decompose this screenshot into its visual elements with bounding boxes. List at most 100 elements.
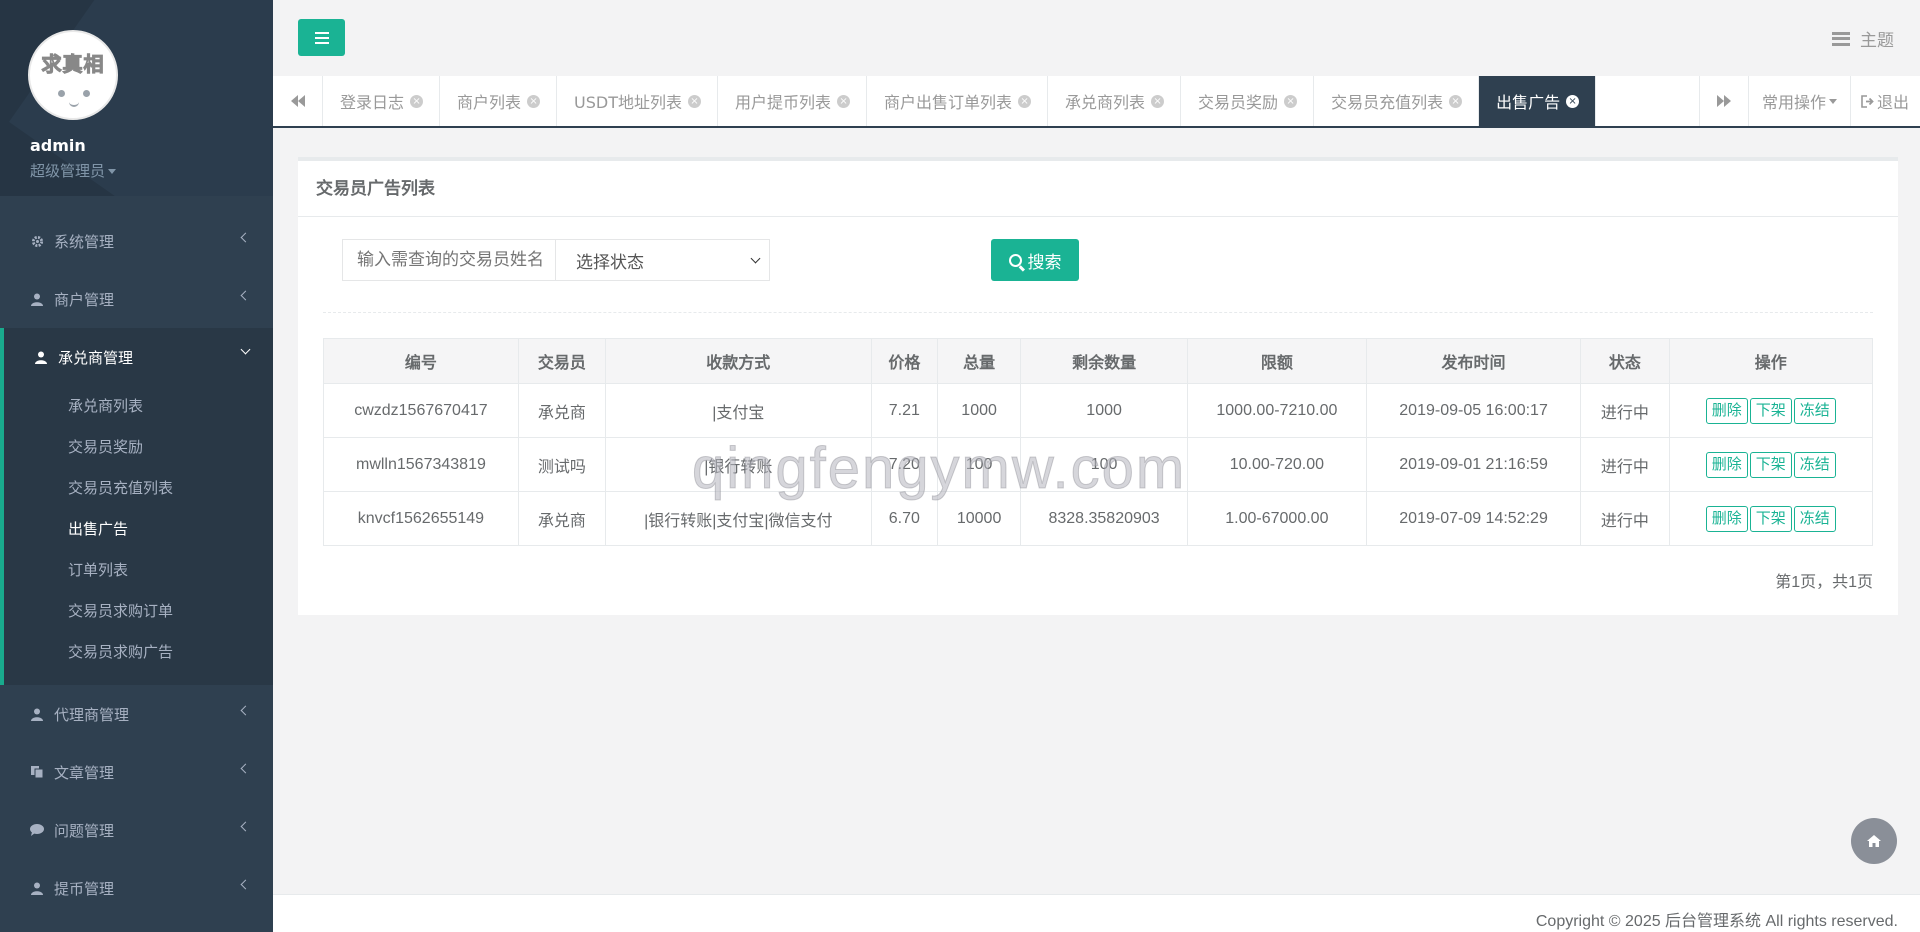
column-header: 价格 [870,338,938,384]
tab-sell-ads[interactable]: 出售广告 × [1479,76,1597,126]
close-icon[interactable]: × [1018,94,1032,108]
sidebar-item-withdraw[interactable]: 提币管理 [0,859,273,917]
tab-user-withdraw[interactable]: 用户提币列表 × [718,76,868,126]
close-icon[interactable]: × [1449,94,1463,108]
cell-time: 2019-07-09 14:52:29 [1365,491,1582,546]
cell-payment: |银行转账|支付宝|微信支付 [604,491,872,546]
sidebar-item-article[interactable]: 文章管理 [0,743,273,801]
chevron-left-icon [240,290,251,301]
forward-icon [1717,95,1731,107]
delete-button[interactable]: 删除 [1705,451,1748,478]
submenu-item[interactable]: 交易员求购广告 [4,632,273,673]
comment-icon [30,823,44,837]
freeze-button[interactable]: 冻结 [1793,397,1836,424]
avatar[interactable]: 求真相 [28,30,118,120]
sidebar-item-question[interactable]: 问题管理 [0,801,273,859]
chevron-left-icon [240,705,251,716]
sidebar-item-acceptor[interactable]: 承兑商管理 [0,328,273,386]
close-icon[interactable]: × [688,94,701,108]
offshelf-button[interactable]: 下架 [1749,397,1792,424]
backward-icon [290,95,305,107]
freeze-button[interactable]: 冻结 [1793,505,1836,532]
panel-title: 交易员广告列表 [298,161,1898,217]
submenu-item-current[interactable]: 出售广告 [4,509,273,550]
caret-down-icon [1829,98,1837,104]
theme-button[interactable]: 主题 [1832,26,1894,51]
chevron-left-icon [240,879,251,890]
tab-scroll-left-button[interactable] [273,76,323,126]
avatar-logo-text: 求真相 [41,52,105,77]
common-ops-dropdown[interactable]: 常用操作 [1749,76,1851,126]
pagination-info: 第1页，共1页 [1775,574,1873,591]
copy-icon [30,765,44,779]
tab-scroll-right-button[interactable] [1699,76,1749,126]
tab-label: 用户提币列表 [735,93,832,112]
tab-label: 出售广告 [1496,93,1561,112]
submenu-item[interactable]: 承兑商列表 [4,386,273,427]
sidebar-item-label: 提币管理 [54,879,115,898]
trader-name-search-input[interactable] [342,239,556,281]
tab-bar: 登录日志 × 商户列表 × USDT地址列表 × 用户提币列表 × 商户出售订单列表 × … [273,76,1920,128]
cell-limit: 10.00-720.00 [1186,437,1367,492]
cell-price: 7.20 [870,437,938,492]
cell-trader: 承兑商 [517,383,606,438]
back-to-top-button[interactable] [1851,818,1897,864]
cell-payment: |支付宝 [604,383,872,438]
close-icon[interactable]: × [1566,94,1580,108]
chevron-down-icon [750,253,761,264]
delete-button[interactable]: 删除 [1705,505,1748,532]
submenu-item[interactable]: 交易员求购订单 [4,591,273,632]
exit-button[interactable]: 退出 [1861,76,1909,126]
offshelf-button[interactable]: 下架 [1749,451,1792,478]
tab-usdt-address[interactable]: USDT地址列表 × [557,76,718,126]
copyright-text: Copyright © 2025 后台管理系统 All rights reser… [1535,913,1898,930]
close-icon[interactable]: × [1151,94,1165,108]
cell-id: cwzdz1567670417 [323,383,519,438]
tab-trader-reward[interactable]: 交易员奖励 × [1181,76,1315,126]
sign-out-icon [1861,94,1874,108]
tab-merchant-list[interactable]: 商户列表 × [440,76,558,126]
chevron-left-icon [240,763,251,774]
sidebar-item-merchant[interactable]: 商户管理 [0,270,273,328]
table-header-row: 编号 交易员 收款方式 价格 总量 剩余数量 限额 发布时间 状态 操作 [323,338,1873,384]
column-header: 发布时间 [1365,338,1582,384]
menu-toggle-button[interactable] [298,19,345,56]
admin-name: admin [30,136,86,155]
admin-role-dropdown[interactable]: 超级管理员 [30,160,117,181]
sidebar-item-agent[interactable]: 代理商管理 [0,685,273,743]
status-select[interactable]: 选择状态 [555,239,770,281]
cell-price: 7.21 [870,383,938,438]
top-navbar: 主题 [273,0,1920,76]
close-icon[interactable]: × [837,94,851,108]
sidebar-item-system[interactable]: 系统管理 [0,212,273,270]
close-icon[interactable]: × [1284,94,1298,108]
submenu-item[interactable]: 交易员奖励 [4,427,273,468]
cell-total: 100 [936,437,1022,492]
tab-trader-recharge[interactable]: 交易员充值列表 × [1314,76,1480,126]
close-icon[interactable]: × [527,94,541,108]
submenu-item[interactable]: 交易员充值列表 [4,468,273,509]
tab-merchant-sell-orders[interactable]: 商户出售订单列表 × [867,76,1049,126]
cell-actions: 删除 下架 冻结 [1668,491,1873,546]
freeze-button[interactable]: 冻结 [1793,451,1836,478]
submenu-item[interactable]: 订单列表 [4,550,273,591]
search-button[interactable]: 搜索 [991,239,1079,281]
user-icon [30,881,44,895]
table-row: knvcf1562655149 承兑商 |银行转账|支付宝|微信支付 6.70 … [323,491,1873,546]
sidebar-menu: 系统管理 商户管理 承兑商管理 承兑商列表 交易员奖励 交易员充值列表 出售广告… [0,196,273,917]
cell-time: 2019-09-01 21:16:59 [1365,437,1582,492]
home-icon [1867,835,1881,847]
sidebar-item-label: 文章管理 [54,763,115,782]
cell-status: 进行中 [1580,437,1670,492]
cell-limit: 1.00-67000.00 [1186,491,1367,546]
column-header: 限额 [1186,338,1367,384]
admin-role-label: 超级管理员 [30,162,106,180]
close-icon[interactable]: × [410,94,424,108]
offshelf-button[interactable]: 下架 [1749,505,1792,532]
tab-login-log[interactable]: 登录日志 × [323,76,441,126]
tab-acceptor-list[interactable]: 承兑商列表 × [1048,76,1182,126]
cell-id: mwlln1567343819 [323,437,519,492]
tab-label: 交易员充值列表 [1331,93,1444,112]
caret-down-icon [108,169,117,174]
delete-button[interactable]: 删除 [1705,397,1748,424]
